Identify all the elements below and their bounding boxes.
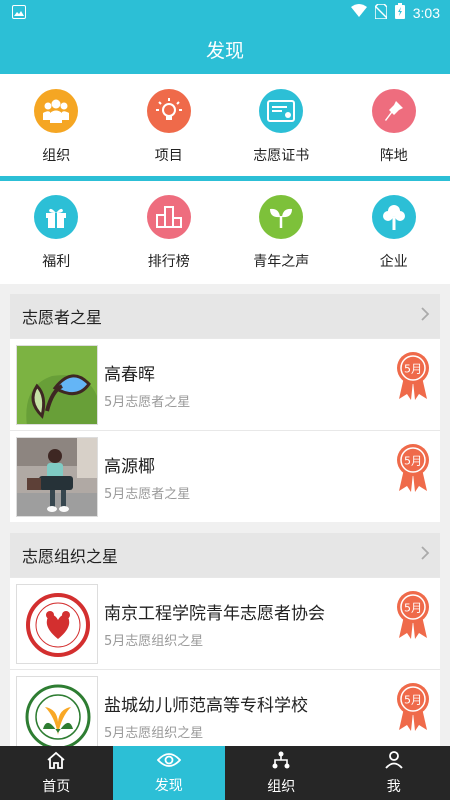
award-ribbon-icon: 5月 (396, 351, 430, 405)
map-pin-icon (371, 89, 416, 133)
section-title: 志愿组织之星 (22, 547, 119, 566)
item-name: 南京工程学院青年志愿者协会 (104, 603, 325, 624)
grid-item-certificate[interactable]: 志愿证书 (225, 74, 338, 176)
grid-label: 项目 (154, 148, 183, 164)
people-icon (34, 89, 79, 133)
badge-label: 5月 (404, 455, 422, 468)
grid-item-enterprise[interactable]: 企业 (338, 181, 450, 284)
nav-label: 组织 (267, 778, 296, 795)
certificate-icon (259, 89, 304, 133)
badge-label: 5月 (404, 694, 422, 707)
nav-home[interactable]: 首页 (0, 746, 113, 800)
org-logo (16, 583, 98, 664)
org-stars-header[interactable]: 志愿组织之星 (10, 533, 440, 577)
eye-icon (156, 752, 181, 775)
grid-item-youth-voice[interactable]: 青年之声 (225, 181, 338, 284)
sprout-icon (259, 194, 304, 239)
award-ribbon-icon: 5月 (396, 590, 430, 644)
item-name: 高春晖 (104, 364, 155, 385)
person-icon (384, 750, 404, 776)
item-name: 高源椰 (104, 456, 155, 477)
no-sim-icon (374, 2, 388, 22)
chevron-right-icon (420, 545, 430, 565)
grid-label: 福利 (42, 253, 71, 270)
feature-grid-row-2: 福利 排行榜 青年之声 企业 (0, 181, 450, 284)
item-subtitle: 5月志愿者之星 (104, 486, 191, 502)
avatar (16, 344, 98, 425)
volunteer-stars-header[interactable]: 志愿者之星 (10, 294, 440, 338)
grid-label: 阵地 (379, 148, 408, 164)
grid-label: 组织 (42, 148, 71, 164)
grid-item-welfare[interactable]: 福利 (0, 181, 113, 284)
grid-label: 志愿证书 (253, 148, 310, 164)
grid-label: 排行榜 (147, 253, 190, 270)
grid-label: 青年之声 (253, 253, 310, 270)
grid-label: 企业 (379, 253, 408, 270)
tree-icon (371, 194, 416, 239)
org-logo (16, 675, 98, 756)
nav-me[interactable]: 我 (338, 746, 450, 800)
item-subtitle: 5月志愿者之星 (104, 394, 191, 410)
list-item[interactable]: 高源椰 5月志愿者之星 5月 (10, 430, 440, 522)
badge-label: 5月 (404, 602, 422, 615)
nav-label: 首页 (42, 778, 71, 795)
award-ribbon-icon: 5月 (396, 443, 430, 497)
avatar (16, 436, 98, 517)
lightbulb-icon (146, 89, 191, 133)
page-title: 发现 (205, 39, 244, 62)
list-item[interactable]: 高春晖 5月志愿者之星 5月 (10, 338, 440, 430)
grid-item-organization[interactable]: 组织 (0, 74, 113, 176)
item-subtitle: 5月志愿组织之星 (104, 633, 204, 649)
wifi-icon (350, 4, 367, 21)
status-bar: 3:03 (0, 0, 450, 24)
gift-icon (34, 194, 79, 239)
item-subtitle: 5月志愿组织之星 (104, 725, 204, 741)
nav-label: 发现 (154, 777, 183, 794)
grid-item-projects[interactable]: 项目 (113, 74, 226, 176)
grid-item-base[interactable]: 阵地 (338, 74, 450, 176)
section-title: 志愿者之星 (22, 308, 103, 327)
feature-grid-row-1: 组织 项目 志愿证书 阵地 (0, 74, 450, 176)
item-name: 盐城幼儿师范高等专科学校 (104, 695, 308, 716)
image-notification-icon (12, 4, 26, 23)
home-icon (46, 751, 66, 776)
org-stars-section: 志愿组织之星 南京工程学院青年志愿者协会 5月志愿组织之星 5月 盐城幼儿师范高… (10, 533, 440, 761)
grid-item-ranking[interactable]: 排行榜 (113, 181, 226, 284)
podium-icon (146, 194, 191, 239)
nav-discover[interactable]: 发现 (112, 746, 225, 800)
battery-icon (394, 3, 405, 22)
nav-organization[interactable]: 组织 (225, 746, 338, 800)
bottom-navigation: 首页 发现 组织 我 (0, 746, 450, 800)
org-chart-icon (271, 751, 291, 776)
award-ribbon-icon: 5月 (396, 682, 430, 736)
app-bar: 发现 (0, 24, 450, 74)
volunteer-stars-section: 志愿者之星 高春晖 5月志愿者之星 5月 高源椰 5月志愿者之星 5月 (10, 294, 440, 522)
chevron-right-icon (420, 306, 430, 326)
list-item[interactable]: 南京工程学院青年志愿者协会 5月志愿组织之星 5月 (10, 577, 440, 669)
nav-label: 我 (386, 778, 401, 795)
status-time: 3:03 (412, 4, 440, 21)
badge-label: 5月 (404, 363, 422, 376)
